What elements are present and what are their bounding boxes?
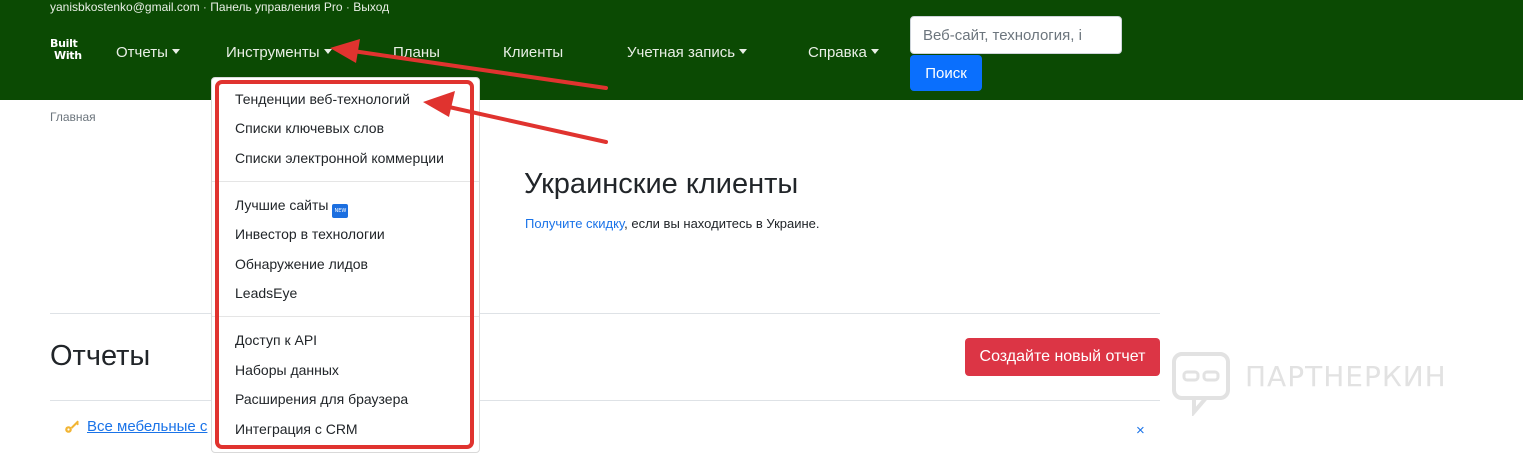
logo-line-2: With xyxy=(54,49,82,62)
chevron-down-icon xyxy=(171,49,180,54)
nav-help[interactable]: Справка xyxy=(808,44,879,62)
close-icon[interactable]: × xyxy=(1136,423,1145,439)
nav-reports[interactable]: Отчеты xyxy=(116,44,180,62)
annotation-highlight-box xyxy=(215,80,474,449)
nav-tools-label: Инструменты xyxy=(226,44,320,61)
nav-help-label: Справка xyxy=(808,44,867,61)
breadcrumb-home[interactable]: Главная xyxy=(50,110,96,124)
nav-clients-label: Клиенты xyxy=(503,44,564,61)
nav-account-label: Учетная запись xyxy=(627,44,736,61)
chevron-down-icon xyxy=(870,49,879,54)
discount-link[interactable]: Получите скидку xyxy=(525,216,624,231)
pro-dashboard-link[interactable]: Панель управления Pro xyxy=(210,0,342,14)
separator: · xyxy=(202,0,207,14)
nav-plans[interactable]: Планы xyxy=(393,44,440,62)
reports-heading: Отчеты xyxy=(50,340,151,372)
user-bar: yanisbkostenko@gmail.com · Панель управл… xyxy=(50,0,389,14)
nav-account[interactable]: Учетная запись xyxy=(627,44,748,62)
nav-tools[interactable]: Инструменты xyxy=(226,44,332,62)
search-button[interactable]: Поиск xyxy=(910,55,982,91)
builtwith-logo[interactable]: Built With xyxy=(50,38,84,68)
user-email: yanisbkostenko@gmail.com xyxy=(50,0,200,14)
chevron-down-icon xyxy=(323,49,332,54)
nav-reports-label: Отчеты xyxy=(116,44,168,61)
separator: · xyxy=(345,0,350,14)
all-furniture-link[interactable]: Все мебельные с xyxy=(87,418,207,435)
nav-plans-label: Планы xyxy=(393,44,440,61)
logout-link[interactable]: Выход xyxy=(353,0,389,14)
nav-clients[interactable]: Клиенты xyxy=(503,44,563,62)
chevron-down-icon xyxy=(739,49,748,54)
page-title: Украинские клиенты xyxy=(524,168,799,200)
create-report-button[interactable]: Создайте новый отчет xyxy=(965,338,1160,376)
key-icon xyxy=(65,420,79,433)
watermark-text: ПАРТНЕРКИН xyxy=(1245,360,1447,393)
discount-text: , если вы находитесь в Украине. xyxy=(624,216,820,231)
discount-note: Получите скидку, если вы находитесь в Ук… xyxy=(525,216,820,231)
search-input[interactable] xyxy=(910,16,1122,54)
